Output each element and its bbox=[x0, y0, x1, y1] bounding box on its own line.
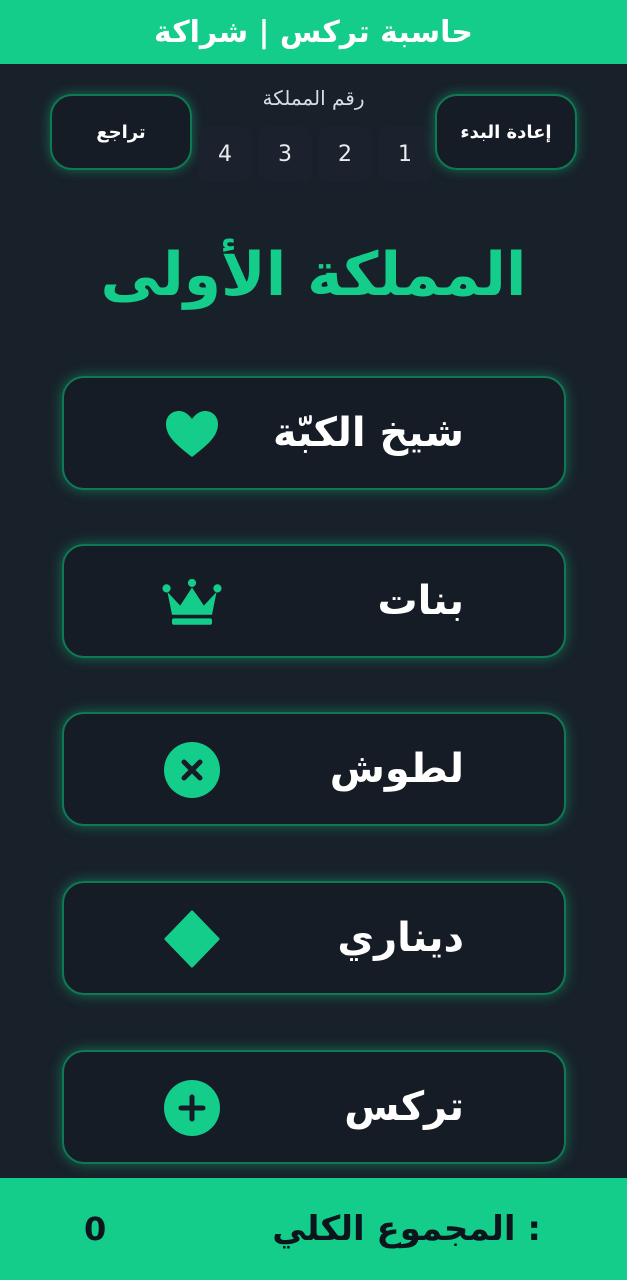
game-card-label: تركس bbox=[344, 1084, 464, 1130]
diamond-icon bbox=[162, 909, 222, 969]
crown-icon bbox=[162, 572, 222, 632]
game-card-label: بنات bbox=[377, 578, 464, 624]
heart-icon bbox=[162, 404, 222, 464]
game-card-latoosh[interactable]: لطوش bbox=[62, 712, 566, 826]
x-circle-icon bbox=[162, 740, 222, 800]
kingdom-number-1[interactable]: 1 bbox=[378, 126, 432, 182]
app-title: حاسبة تركس | شراكة bbox=[154, 14, 473, 50]
total-label: المجموع الكلي : bbox=[272, 1209, 541, 1249]
game-card-label: ديناري bbox=[337, 915, 464, 961]
game-card-label: شيخ الكبّة bbox=[273, 410, 464, 456]
kingdom-title: المملكة الأولى bbox=[100, 240, 527, 310]
game-card-trix[interactable]: تركس bbox=[62, 1050, 566, 1164]
total-value: 0 bbox=[84, 1210, 107, 1248]
game-card-sheikh-alkubba[interactable]: شيخ الكبّة bbox=[62, 376, 566, 490]
top-controls: تراجع رقم المملكة 4 3 2 1 إعادة البدء bbox=[0, 64, 627, 194]
app-header: حاسبة تركس | شراكة bbox=[0, 0, 627, 64]
total-footer: 0 المجموع الكلي : bbox=[0, 1178, 627, 1280]
kingdom-number-4[interactable]: 4 bbox=[198, 126, 252, 182]
reset-button[interactable]: إعادة البدء bbox=[435, 94, 577, 170]
game-card-label: لطوش bbox=[329, 746, 464, 792]
plus-circle-icon bbox=[162, 1078, 222, 1138]
game-card-banat[interactable]: بنات bbox=[62, 544, 566, 658]
kingdom-number-3[interactable]: 3 bbox=[258, 126, 312, 182]
kingdom-number-2[interactable]: 2 bbox=[318, 126, 372, 182]
game-card-dinari[interactable]: ديناري bbox=[62, 881, 566, 995]
